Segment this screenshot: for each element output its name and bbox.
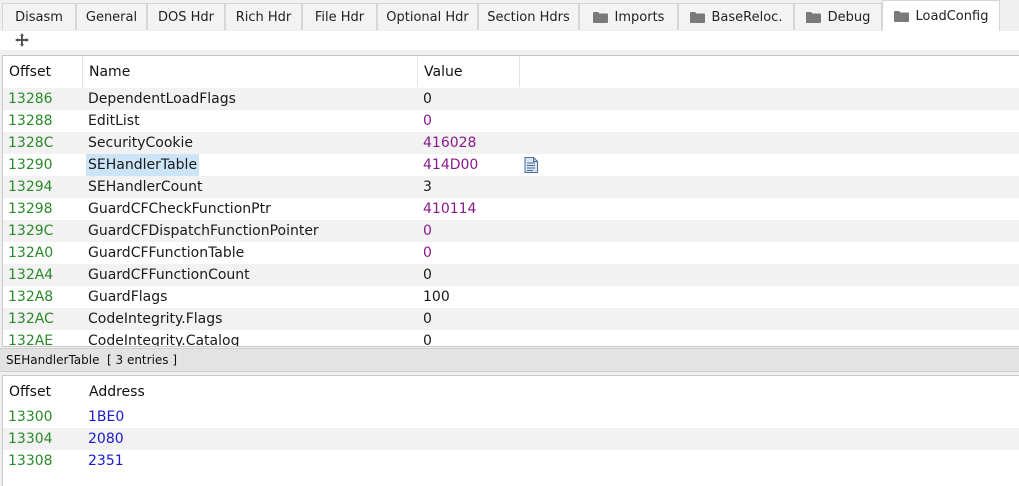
folder-icon bbox=[893, 10, 909, 22]
tab-loadconfig[interactable]: LoadConfig bbox=[882, 0, 1000, 31]
table-row[interactable]: 13304 2080 bbox=[3, 428, 1019, 450]
name-cell: GuardCFFunctionCount bbox=[88, 267, 250, 283]
tab-label: General bbox=[85, 9, 138, 25]
offset-cell: 13288 bbox=[8, 113, 53, 129]
name-cell: GuardCFDispatchFunctionPointer bbox=[88, 223, 319, 239]
tab-label: DOS Hdr bbox=[158, 9, 214, 25]
offset-cell: 13294 bbox=[8, 179, 53, 195]
tab-file-hdr[interactable]: File Hdr bbox=[302, 3, 377, 30]
name-cell: GuardFlags bbox=[88, 289, 168, 305]
tab-label: Optional Hdr bbox=[386, 9, 469, 25]
tab-label: BaseReloc. bbox=[711, 9, 783, 25]
tab-general[interactable]: General bbox=[76, 3, 147, 30]
offset-cell: 13300 bbox=[8, 409, 53, 425]
offset-cell: 13308 bbox=[8, 453, 53, 469]
value-cell: 3 bbox=[423, 179, 432, 195]
value-cell[interactable]: 410114 bbox=[423, 198, 476, 220]
tab-dos-hdr[interactable]: DOS Hdr bbox=[147, 3, 225, 30]
column-header-address[interactable]: Address bbox=[83, 376, 283, 407]
sub-table-title: SEHandlerTable bbox=[6, 353, 100, 367]
tab-label: Debug bbox=[827, 9, 871, 25]
tab-label: LoadConfig bbox=[915, 8, 989, 24]
name-cell: SEHandlerCount bbox=[88, 179, 203, 195]
offset-cell: 132A8 bbox=[8, 289, 54, 305]
offset-cell: 1328C bbox=[8, 135, 54, 151]
offset-cell: 132A0 bbox=[8, 245, 54, 261]
table-row[interactable]: 13286 DependentLoadFlags 0 bbox=[3, 88, 1019, 110]
offset-cell: 13304 bbox=[8, 431, 53, 447]
table-row[interactable]: 132AC CodeIntegrity.Flags 0 bbox=[3, 308, 1019, 330]
table-row[interactable]: 132AE CodeIntegrity.Catalog 0 bbox=[3, 330, 1019, 347]
value-cell: 0 bbox=[423, 267, 432, 283]
table-row[interactable]: 13308 2351 bbox=[3, 450, 1019, 472]
table-header: Offset Address bbox=[3, 376, 1019, 408]
value-cell: 0 bbox=[423, 91, 432, 107]
offset-cell: 1329C bbox=[8, 223, 54, 239]
tab-bar: Disasm General DOS Hdr Rich Hdr File Hdr Opti… bbox=[0, 0, 1019, 32]
tab-label: Disasm bbox=[15, 9, 63, 25]
load-config-table[interactable]: Offset Name Value 13286 DependentLoadFlag… bbox=[2, 55, 1019, 347]
document-icon[interactable] bbox=[524, 157, 538, 173]
address-cell[interactable]: 2080 bbox=[88, 428, 124, 450]
tab-label: Imports bbox=[614, 9, 665, 25]
tab-disasm[interactable]: Disasm bbox=[2, 3, 76, 30]
offset-cell: 13286 bbox=[8, 91, 53, 107]
sub-table-title-bar: SEHandlerTable [ 3 entries ] bbox=[0, 348, 1019, 372]
tab-basereloc[interactable]: BaseReloc. bbox=[678, 3, 794, 30]
tab-label: Section Hdrs bbox=[487, 9, 570, 25]
offset-cell: 13290 bbox=[8, 157, 53, 173]
value-cell: 0 bbox=[423, 311, 432, 327]
table-header: Offset Name Value bbox=[3, 56, 1019, 88]
tab-section-hdrs[interactable]: Section Hdrs bbox=[478, 3, 579, 30]
offset-cell: 132AC bbox=[8, 311, 54, 327]
table-row[interactable]: 13290 SEHandlerTable 414D00 bbox=[3, 154, 1019, 176]
offset-cell: 132A4 bbox=[8, 267, 54, 283]
entries-count: [ 3 entries ] bbox=[107, 353, 178, 367]
value-cell[interactable]: 0 bbox=[423, 110, 432, 132]
column-header-offset[interactable]: Offset bbox=[3, 376, 83, 407]
name-cell: SecurityCookie bbox=[88, 135, 194, 151]
name-cell: CodeIntegrity.Catalog bbox=[88, 333, 240, 347]
value-cell[interactable]: 414D00 bbox=[423, 154, 478, 176]
name-cell: GuardCFCheckFunctionPtr bbox=[88, 201, 271, 217]
tab-label: Rich Hdr bbox=[235, 9, 292, 25]
table-row[interactable]: 13294 SEHandlerCount 3 bbox=[3, 176, 1019, 198]
table-row[interactable]: 1329C GuardCFDispatchFunctionPointer 0 bbox=[3, 220, 1019, 242]
value-cell[interactable]: 0 bbox=[423, 242, 432, 264]
tab-optional-hdr[interactable]: Optional Hdr bbox=[377, 3, 478, 30]
table-row[interactable]: 13300 1BE0 bbox=[3, 406, 1019, 428]
name-cell: EditList bbox=[88, 113, 140, 129]
offset-cell: 132AE bbox=[8, 333, 54, 347]
tab-label: File Hdr bbox=[314, 9, 365, 25]
folder-icon bbox=[689, 11, 705, 23]
column-header-value[interactable]: Value bbox=[418, 56, 520, 87]
table-row[interactable]: 1328C SecurityCookie 416028 bbox=[3, 132, 1019, 154]
folder-icon bbox=[805, 11, 821, 23]
name-cell: DependentLoadFlags bbox=[88, 91, 236, 107]
address-cell[interactable]: 1BE0 bbox=[88, 406, 124, 428]
toolbar bbox=[0, 31, 1019, 50]
table-row[interactable]: 13288 EditList 0 bbox=[3, 110, 1019, 132]
table-row[interactable]: 13298 GuardCFCheckFunctionPtr 410114 bbox=[3, 198, 1019, 220]
address-cell[interactable]: 2351 bbox=[88, 450, 124, 472]
folder-icon bbox=[592, 11, 608, 23]
table-row[interactable]: 132A4 GuardCFFunctionCount 0 bbox=[3, 264, 1019, 286]
tab-debug[interactable]: Debug bbox=[794, 3, 882, 30]
value-cell: 100 bbox=[423, 289, 450, 305]
name-cell: SEHandlerTable bbox=[86, 154, 200, 176]
offset-cell: 13298 bbox=[8, 201, 53, 217]
name-cell: CodeIntegrity.Flags bbox=[88, 311, 223, 327]
value-cell[interactable]: 0 bbox=[423, 220, 432, 242]
value-cell[interactable]: 416028 bbox=[423, 132, 476, 154]
move-arrows-icon[interactable] bbox=[15, 33, 29, 47]
table-row[interactable]: 132A0 GuardCFFunctionTable 0 bbox=[3, 242, 1019, 264]
tab-rich-hdr[interactable]: Rich Hdr bbox=[225, 3, 302, 30]
name-cell: GuardCFFunctionTable bbox=[88, 245, 245, 261]
value-cell: 0 bbox=[423, 333, 432, 347]
column-header-name[interactable]: Name bbox=[83, 56, 418, 87]
column-header-offset[interactable]: Offset bbox=[3, 56, 83, 87]
tab-imports[interactable]: Imports bbox=[579, 3, 678, 30]
table-row[interactable]: 132A8 GuardFlags 100 bbox=[3, 286, 1019, 308]
se-handler-table[interactable]: Offset Address 13300 1BE0 13304 2080 13308 23… bbox=[2, 375, 1019, 486]
